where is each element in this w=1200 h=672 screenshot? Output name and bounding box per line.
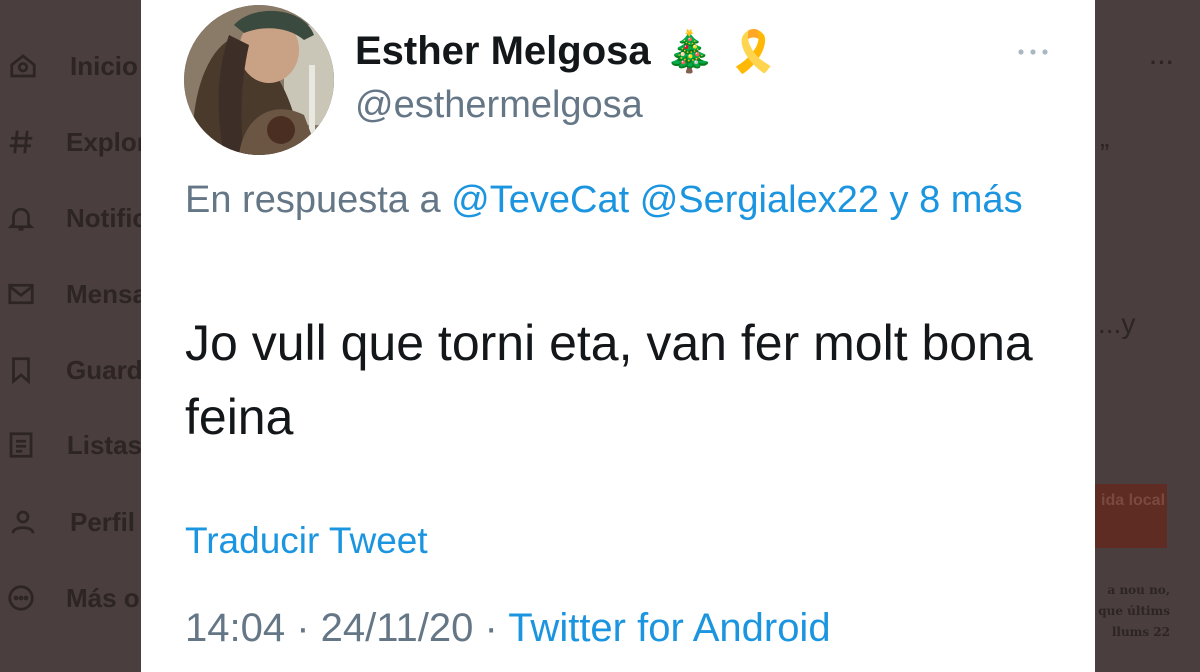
- avatar-photo: [184, 5, 334, 155]
- nav-item-explore[interactable]: Explorar: [0, 122, 172, 162]
- nav-item-lists[interactable]: Listas: [0, 425, 142, 465]
- avatar[interactable]: [184, 5, 334, 155]
- bell-icon: [6, 201, 36, 235]
- nav-item-profile[interactable]: Perfil: [0, 502, 142, 542]
- translate-tweet-link[interactable]: Traducir Tweet: [185, 520, 428, 562]
- display-name-text: Esther Melgosa: [355, 29, 651, 73]
- user-handle[interactable]: @esthermelgosa: [355, 84, 643, 127]
- display-name[interactable]: Esther Melgosa 🎄 🎗️: [355, 28, 778, 75]
- background-sidebar: Inicio Explorar Notificaciones Mensajes …: [0, 0, 244, 672]
- nav-item-home[interactable]: Inicio: [0, 46, 142, 86]
- tweet-source-link[interactable]: Twitter for Android: [508, 606, 830, 650]
- tweet-timestamp[interactable]: 14:04 · 24/11/20 ·: [185, 606, 498, 650]
- background-ellipsis-text: ...y: [1098, 308, 1136, 339]
- tweet-card: Esther Melgosa 🎄 🎗️ @esthermelgosa En re…: [141, 0, 1095, 672]
- nav-item-label: Inicio: [70, 50, 138, 81]
- home-icon: [6, 49, 40, 83]
- more-options-icon[interactable]: [1013, 40, 1053, 64]
- ribbon-icon: 🎗️: [728, 30, 779, 74]
- tweet-text: Jo vull que torni eta, van fer molt bona…: [185, 315, 1033, 445]
- list-icon: [6, 428, 37, 462]
- nav-item-notifications[interactable]: Notificaciones: [0, 198, 244, 238]
- tweet-meta: 14:04 · 24/11/20 · Twitter for Android: [185, 606, 831, 651]
- background-promo-box: ida local: [1095, 484, 1167, 548]
- hashtag-icon: [6, 125, 36, 159]
- reply-context: En respuesta a @TeveCat @Sergialex22 y 8…: [185, 171, 1055, 229]
- user-icon: [6, 505, 40, 539]
- background-more-icon: ···: [1150, 50, 1175, 75]
- nav-item-messages[interactable]: Mensajes: [0, 274, 183, 314]
- background-quote-text: ”: [1100, 138, 1110, 169]
- nav-item-label: Listas: [66, 429, 142, 460]
- nav-item-bookmarks[interactable]: Guardados: [0, 350, 203, 390]
- nav-item-more[interactable]: Más opciones: [0, 578, 238, 618]
- bookmark-icon: [6, 353, 36, 387]
- reply-mentions-link[interactable]: @TeveCat @Sergialex22 y 8 más: [451, 179, 1022, 221]
- more-circle-icon: [6, 581, 36, 615]
- christmas-tree-icon: 🎄: [664, 30, 715, 74]
- mail-icon: [6, 277, 36, 311]
- nav-item-label: Perfil: [70, 506, 136, 537]
- reply-prefix: En respuesta a: [185, 179, 441, 221]
- background-article-text: a nou no, que últims llums 22: [1098, 583, 1170, 639]
